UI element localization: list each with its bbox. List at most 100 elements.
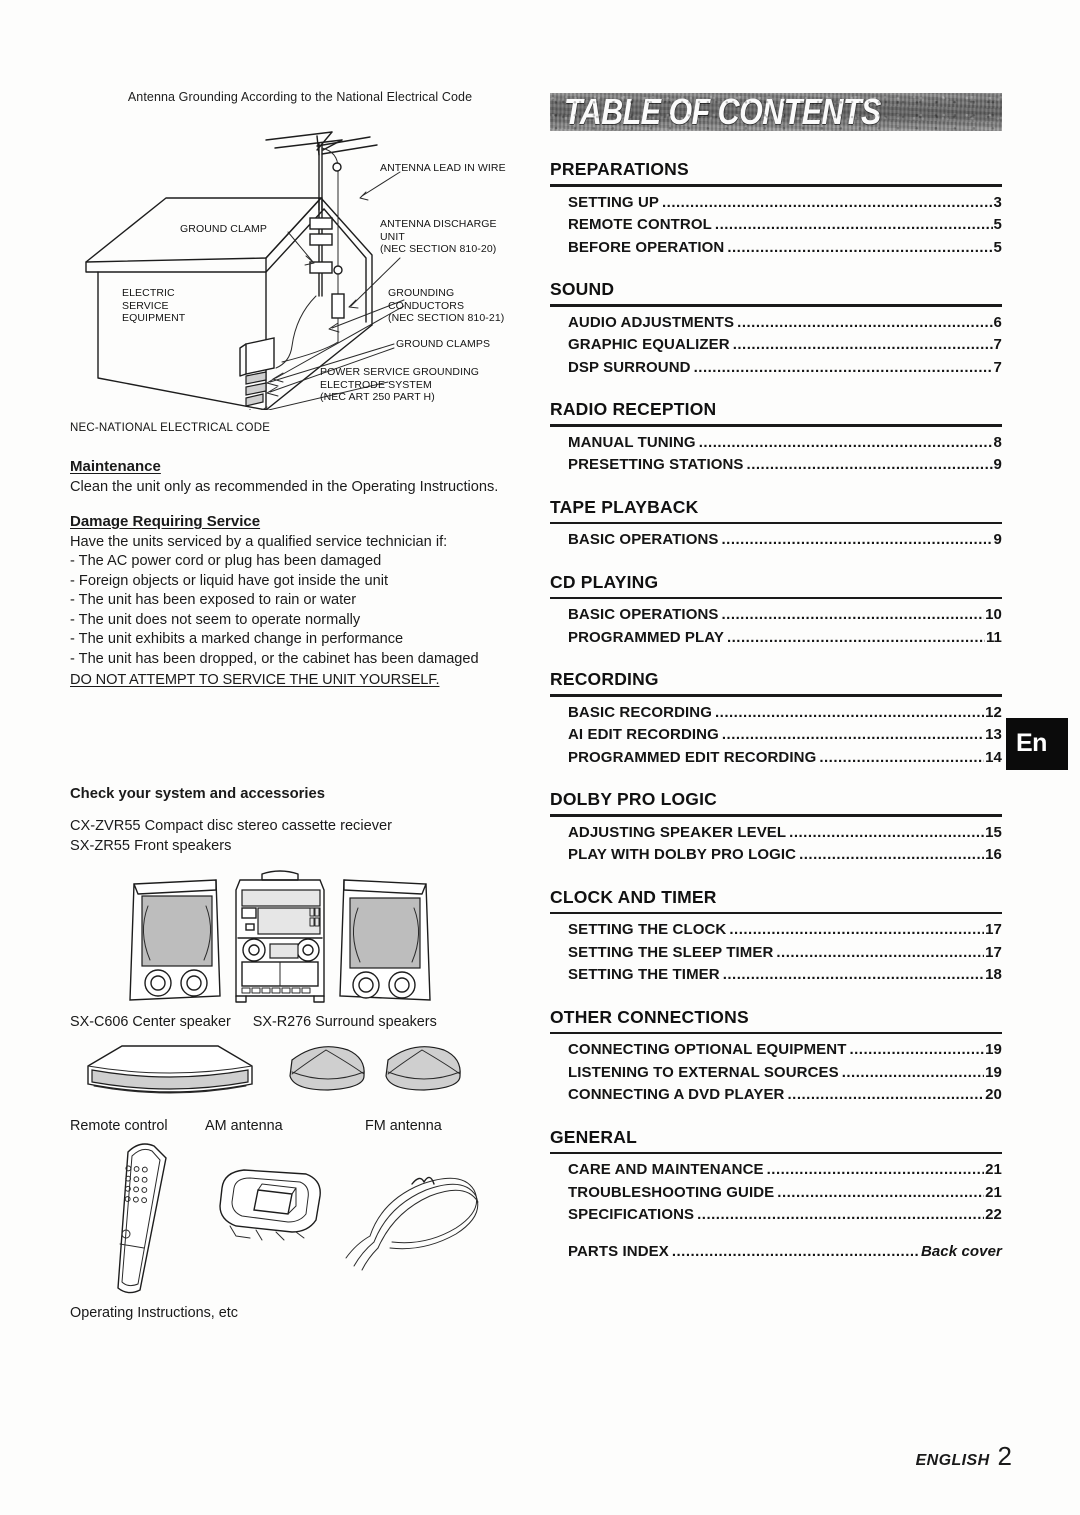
- diagram-label-electric-service-equipment: ELECTRIC SERVICE EQUIPMENT: [122, 287, 186, 324]
- toc-entry[interactable]: MANUAL TUNING...........................…: [550, 432, 1002, 455]
- maintenance-body: Clean the unit only as recommended in th…: [70, 479, 499, 495]
- list-item: - The unit does not seem to operate norm…: [70, 611, 361, 628]
- toc-entry-page: 11: [985, 628, 1002, 646]
- toc-entry[interactable]: ADJUSTING SPEAKER LEVEL.................…: [550, 822, 1002, 845]
- toc-entry[interactable]: DSP SURROUND............................…: [550, 357, 1002, 380]
- toc-entry[interactable]: SETTING THE CLOCK.......................…: [550, 919, 1002, 942]
- toc-entry[interactable]: AUDIO ADJUSTMENTS.......................…: [550, 312, 1002, 335]
- toc-entry-page: 22: [985, 1206, 1002, 1223]
- toc-entry[interactable]: BEFORE OPERATION........................…: [550, 237, 1002, 260]
- toc-entry-list: CONNECTING OPTIONAL EQUIPMENT...........…: [550, 1039, 1002, 1107]
- toc-entry[interactable]: PARTS INDEX.............................…: [550, 1241, 1002, 1264]
- toc-groups: PREPARATIONS SETTING UP..................…: [550, 159, 1002, 1263]
- toc-entry[interactable]: CONNECTING A DVD PLAYER.................…: [550, 1084, 1002, 1107]
- diagram-label-power-service-grounding: POWER SERVICE GROUNDING ELECTRODE SYSTEM…: [320, 366, 480, 403]
- diagram-label-ground-clamp: GROUND CLAMP: [180, 223, 267, 235]
- toc-entry-page: 10: [985, 606, 1002, 623]
- toc-group-rule: [550, 424, 1002, 427]
- surround-speaker-right-illustration: [385, 1045, 461, 1091]
- toc-entry[interactable]: REMOTE CONTROL..........................…: [550, 214, 1002, 237]
- toc-entry[interactable]: SPECIFICATIONS..........................…: [550, 1204, 1002, 1227]
- toc-entry-page: 14: [985, 748, 1002, 766]
- toc-entry[interactable]: SETTING THE SLEEP TIMER.................…: [550, 942, 1002, 965]
- toc-entry[interactable]: BASIC RECORDING.........................…: [550, 702, 1002, 725]
- toc-entry-page: 19: [985, 1063, 1002, 1081]
- toc-entry[interactable]: LISTENING TO EXTERNAL SOURCES...........…: [550, 1062, 1002, 1085]
- toc-entry-leader-dots: ........................................…: [721, 531, 993, 548]
- right-speaker-illustration: [339, 878, 431, 1001]
- toc-entry-page: 8: [993, 433, 1002, 451]
- toc-group-rule: [550, 911, 1002, 914]
- toc-entry[interactable]: SETTING THE TIMER.......................…: [550, 964, 1002, 987]
- toc-entry-page: 3: [993, 193, 1002, 211]
- toc-banner-title: TABLE OF CONTENTS: [564, 93, 881, 131]
- toc-entry[interactable]: CONNECTING OPTIONAL EQUIPMENT...........…: [550, 1039, 1002, 1062]
- toc-entry-label: PROGRAMMED EDIT RECORDING: [568, 748, 817, 766]
- toc-entry[interactable]: PRESETTING STATIONS.....................…: [550, 454, 1002, 477]
- left-column: Antenna Grounding According to the Natio…: [70, 90, 530, 1321]
- toc-group: SOUND AUDIO ADJUSTMENTS..................…: [550, 279, 1002, 379]
- toc-entry-leader-dots: ........................................…: [777, 1183, 984, 1201]
- am-antenna-illustration: [219, 1168, 321, 1241]
- toc-entry-page: 21: [985, 1161, 1002, 1178]
- toc-entry-label: CONNECTING A DVD PLAYER: [568, 1086, 785, 1103]
- toc-entry-label: SETTING UP: [568, 193, 660, 211]
- toc-entry[interactable]: BASIC OPERATIONS........................…: [550, 604, 1002, 627]
- toc-group: CD PLAYING BASIC OPERATIONS..............…: [550, 572, 1002, 650]
- toc-entry-page: 15: [985, 823, 1002, 841]
- accessory-captions-row: Remote control AM antenna FM antenna: [70, 1118, 530, 1134]
- toc-group: DOLBY PRO LOGIC ADJUSTING SPEAKER LEVEL..…: [550, 789, 1002, 867]
- toc-group-title: TAPE PLAYBACK: [550, 496, 699, 517]
- speaker-caption-center: SX-C606 Center speaker: [70, 1013, 231, 1030]
- toc-entry-leader-dots: ........................................…: [819, 748, 984, 766]
- toc-entry[interactable]: CARE AND MAINTENANCE....................…: [550, 1159, 1002, 1182]
- toc-entry[interactable]: AI EDIT RECORDING.......................…: [550, 724, 1002, 747]
- toc-entry[interactable]: PROGRAMMED EDIT RECORDING...............…: [550, 747, 1002, 770]
- toc-entry[interactable]: BASIC OPERATIONS........................…: [550, 529, 1002, 552]
- accessories-unit-line: SX-ZR55 Front speakers: [70, 837, 232, 854]
- toc-entry-label: PARTS INDEX: [568, 1242, 669, 1260]
- accessory-caption-fm-antenna: FM antenna: [365, 1117, 442, 1134]
- toc-entry-page: 18: [985, 966, 1002, 983]
- toc-entry-page: Back cover: [920, 1242, 1002, 1260]
- accessories-heading: Check your system and accessories: [70, 785, 325, 802]
- toc-entry-label: PROGRAMMED PLAY: [568, 628, 724, 646]
- accessory-items-svg: [117, 1142, 479, 1293]
- accessory-caption-remote: Remote control: [70, 1117, 168, 1134]
- toc-entry-label: ADJUSTING SPEAKER LEVEL: [568, 823, 787, 841]
- diagram-label-antenna-discharge-unit: ANTENNA DISCHARGE UNIT (NEC SECTION 810-…: [380, 218, 497, 255]
- toc-entry-page: 5: [993, 216, 1002, 233]
- accessories-section: Check your system and accessories CX-ZVR…: [70, 786, 530, 1321]
- toc-entry-page: 7: [993, 358, 1002, 376]
- toc-entry-label: DSP SURROUND: [568, 358, 691, 376]
- toc-entry-leader-dots: ........................................…: [729, 921, 984, 938]
- toc-entry-page: 20: [985, 1086, 1002, 1103]
- toc-entry-leader-dots: ........................................…: [697, 1206, 985, 1223]
- toc-entry-leader-dots: ........................................…: [776, 943, 984, 961]
- diagram-label-antenna-lead-in-wire: ANTENNA LEAD IN WIRE: [380, 162, 506, 174]
- toc-entry-leader-dots: ........................................…: [727, 238, 992, 256]
- toc-group-title: OTHER CONNECTIONS: [550, 1006, 749, 1027]
- toc-group: RECORDING BASIC RECORDING................…: [550, 669, 1002, 769]
- toc-entry[interactable]: PROGRAMMED PLAY.........................…: [550, 627, 1002, 650]
- toc-entry[interactable]: SETTING UP..............................…: [550, 192, 1002, 215]
- accessory-caption-am-antenna: AM antenna: [205, 1117, 283, 1134]
- center-surround-illustration: [70, 1038, 530, 1108]
- speaker-caption-surround: SX-R276 Surround speakers: [252, 1013, 437, 1030]
- toc-entry-label: BEFORE OPERATION: [568, 238, 725, 256]
- toc-entry[interactable]: TROUBLESHOOTING GUIDE...................…: [550, 1182, 1002, 1205]
- toc-entry[interactable]: PLAY WITH DOLBY PRO LOGIC...............…: [550, 844, 1002, 867]
- list-item: - The unit exhibits a marked change in p…: [70, 631, 404, 648]
- antenna-grounding-diagram: ANTENNA LEAD IN WIRE ANTENNA DISCHARGE U…: [70, 110, 530, 420]
- toc-group: CLOCK AND TIMER SETTING THE CLOCK........…: [550, 887, 1002, 987]
- language-tab-en: En: [1006, 718, 1068, 770]
- stereo-system-svg: [129, 869, 431, 1003]
- remote-control-illustration: [117, 1142, 167, 1293]
- toc-entry-page: 9: [993, 531, 1002, 548]
- diagram-label-ground-clamps: GROUND CLAMPS: [396, 338, 491, 350]
- accessories-unit-line: CX-ZVR55 Compact disc stereo cassette re…: [70, 817, 392, 834]
- toc-group-rule: [550, 1151, 1002, 1154]
- toc-entry-leader-dots: ........................................…: [662, 193, 993, 211]
- toc-entry[interactable]: GRAPHIC EQUALIZER.......................…: [550, 334, 1002, 357]
- accessory-items-illustration: [70, 1138, 530, 1303]
